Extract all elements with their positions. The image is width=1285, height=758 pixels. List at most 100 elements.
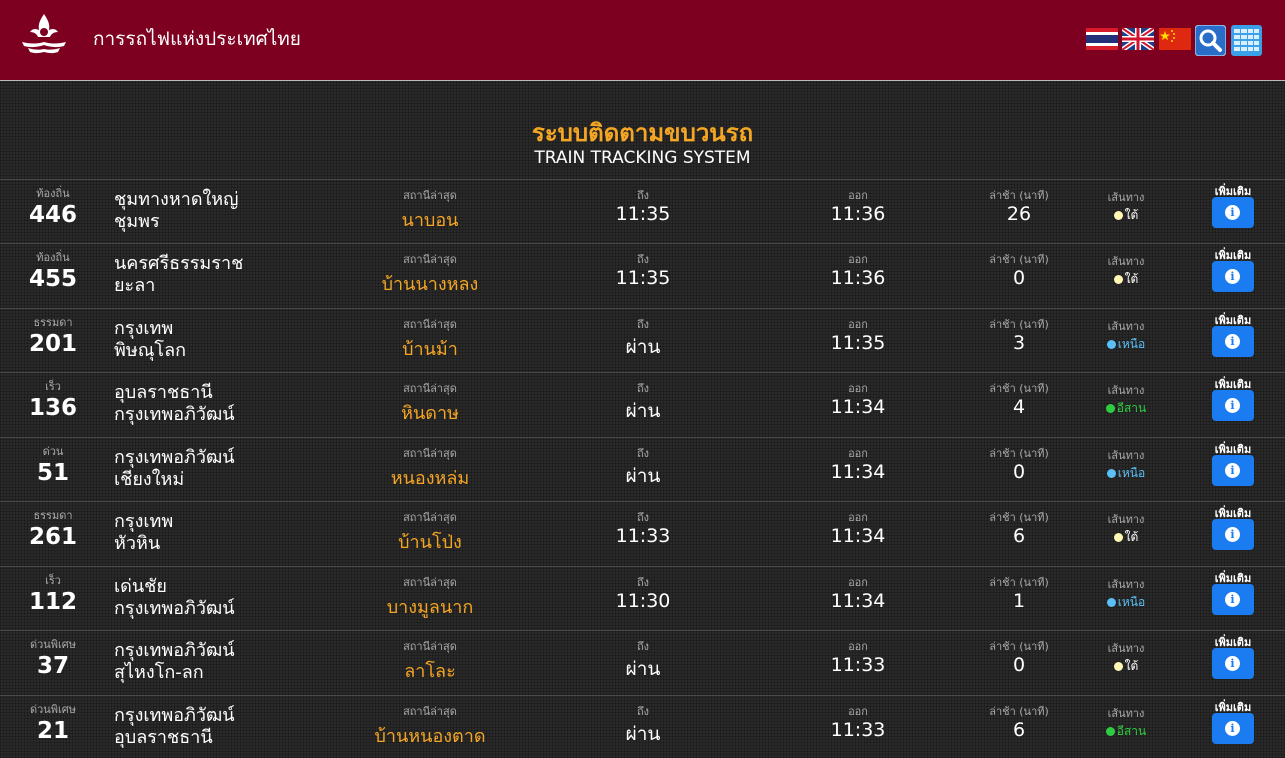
station-label: สถานีล่าสุด — [403, 318, 457, 331]
station-label: สถานีล่าสุด — [403, 382, 457, 395]
route-destination: ชุมพร — [114, 211, 160, 232]
latest-station: บ้านโป่ง — [398, 532, 462, 553]
train-number: 37 — [36, 653, 69, 679]
station-label: สถานีล่าสุด — [403, 189, 457, 202]
arrive-time: ผ่าน — [625, 723, 661, 745]
arrive-label: ถึง — [636, 447, 650, 460]
delay-label: ล่าช้า (นาที) — [989, 447, 1049, 460]
arrive-time: ผ่าน — [625, 658, 661, 680]
train-row[interactable]: ธรรมดา 261 กรุงเทพ หัวหิน สถานีล่าสุด บ้านโป่… — [0, 501, 1285, 564]
line-label: เส้นทาง — [1107, 642, 1145, 655]
train-type: ด่วน — [42, 445, 64, 458]
info-button[interactable]: i — [1212, 648, 1254, 679]
line-name: อีสาน — [1116, 724, 1147, 738]
delay-minutes: 0 — [1012, 461, 1026, 483]
line-badge: ใต้ — [1090, 657, 1162, 676]
depart-label: ออก — [848, 511, 868, 524]
train-row[interactable]: เร็ว 136 อุบลราชธานี กรุงเทพอภิวัฒน์ สถานีล่… — [0, 372, 1285, 435]
line-name: เหนือ — [1117, 595, 1146, 609]
info-icon: i — [1225, 656, 1240, 671]
line-badge: เหนือ — [1090, 464, 1162, 483]
arrive-label: ถึง — [636, 189, 650, 202]
delay-minutes: 0 — [1012, 267, 1026, 289]
route-destination: พิษณุโลก — [114, 340, 187, 361]
arrive-label: ถึง — [636, 705, 650, 718]
train-row[interactable]: ท้องถิ่น 446 ชุมทางหาดใหญ่ ชุมพร สถานีล่าสุด… — [0, 179, 1285, 242]
latest-station: ลาโละ — [404, 661, 456, 682]
station-label: สถานีล่าสุด — [403, 253, 457, 266]
line-label: เส้นทาง — [1107, 513, 1145, 526]
train-number: 112 — [28, 589, 77, 615]
depart-time: 11:34 — [830, 525, 886, 547]
line-badge: ใต้ — [1090, 206, 1162, 225]
info-button[interactable]: i — [1212, 713, 1254, 744]
info-button[interactable]: i — [1212, 390, 1254, 421]
train-row[interactable]: ด่วน 51 กรุงเทพอภิวัฒน์ เชียงใหม่ สถานีล่าสุ… — [0, 437, 1285, 500]
arrive-label: ถึง — [636, 640, 650, 653]
depart-label: ออก — [848, 318, 868, 331]
arrive-label: ถึง — [636, 576, 650, 589]
depart-time: 11:36 — [830, 267, 886, 289]
delay-label: ล่าช้า (นาที) — [989, 511, 1049, 524]
train-type: ด่วนพิเศษ — [29, 638, 77, 651]
line-dot-icon — [1113, 211, 1123, 220]
line-name: ใต้ — [1124, 208, 1139, 222]
depart-time: 11:34 — [830, 396, 886, 418]
train-type: ท้องถิ่น — [36, 187, 70, 200]
delay-minutes: 26 — [1006, 203, 1032, 225]
arrive-time: 11:35 — [615, 203, 671, 225]
table-grid-icon[interactable] — [1231, 25, 1262, 56]
route-destination: อุบลราชธานี — [114, 727, 213, 748]
train-row[interactable]: ท้องถิ่น 455 นครศรีธรรมราช ยะลา สถานีล่าสุดบ… — [0, 243, 1285, 306]
info-button[interactable]: i — [1212, 519, 1254, 550]
depart-label: ออก — [848, 253, 868, 266]
line-dot-icon — [1106, 469, 1116, 478]
info-button[interactable]: i — [1212, 584, 1254, 615]
arrive-time: ผ่าน — [625, 465, 661, 487]
srt-logo-icon[interactable] — [18, 12, 70, 58]
line-dot-icon — [1106, 598, 1116, 607]
latest-station: บ้านนางหลง — [381, 274, 479, 295]
depart-time: 11:33 — [830, 654, 886, 676]
info-icon: i — [1225, 334, 1240, 349]
delay-minutes: 0 — [1012, 654, 1026, 676]
train-row[interactable]: ด่วนพิเศษ 21 กรุงเทพอภิวัฒน์ อุบลราชธานี สถา… — [0, 695, 1285, 758]
line-dot-icon — [1113, 533, 1123, 542]
info-button[interactable]: i — [1212, 197, 1254, 228]
china-flag-icon[interactable] — [1159, 28, 1191, 50]
page-title: ระบบติดตามขบวนรถ — [531, 119, 754, 147]
info-icon: i — [1225, 721, 1240, 736]
arrive-time: 11:30 — [615, 590, 671, 612]
train-type: ธรรมดา — [33, 509, 73, 522]
train-row[interactable]: ธรรมดา 201 กรุงเทพ พิษณุโลก สถานีล่าสุด บ้านม… — [0, 308, 1285, 371]
latest-station: บ้านหนองตาด — [374, 726, 486, 747]
train-row[interactable]: เร็ว 112 เด่นชัย กรุงเทพอภิวัฒน์ สถานีล่าสุด… — [0, 566, 1285, 629]
info-button[interactable]: i — [1212, 326, 1254, 357]
delay-minutes: 4 — [1012, 396, 1026, 418]
route-destination: ยะลา — [114, 275, 156, 296]
delay-minutes: 6 — [1012, 719, 1026, 741]
info-button[interactable]: i — [1212, 261, 1254, 292]
line-label: เส้นทาง — [1107, 449, 1145, 462]
line-badge: เหนือ — [1090, 335, 1162, 354]
search-icon[interactable] — [1195, 25, 1226, 56]
info-button[interactable]: i — [1212, 455, 1254, 486]
thai-flag-icon[interactable] — [1086, 28, 1118, 50]
train-row[interactable]: ด่วนพิเศษ 37 กรุงเทพอภิวัฒน์ สุไหงโก-ลก สถาน… — [0, 630, 1285, 693]
delay-label: ล่าช้า (นาที) — [989, 189, 1049, 202]
train-number: 201 — [28, 331, 77, 357]
line-name: ใต้ — [1124, 530, 1139, 544]
train-number: 446 — [28, 202, 77, 228]
line-badge: ใต้ — [1090, 528, 1162, 547]
station-label: สถานีล่าสุด — [403, 576, 457, 589]
arrive-label: ถึง — [636, 382, 650, 395]
depart-label: ออก — [848, 447, 868, 460]
station-label: สถานีล่าสุด — [403, 511, 457, 524]
line-label: เส้นทาง — [1107, 384, 1145, 397]
uk-flag-icon[interactable] — [1122, 28, 1154, 50]
site-title[interactable]: การรถไฟแห่งประเทศไทย — [93, 24, 301, 54]
depart-label: ออก — [848, 576, 868, 589]
delay-minutes: 1 — [1012, 590, 1026, 612]
depart-time: 11:34 — [830, 590, 886, 612]
line-name: เหนือ — [1117, 337, 1146, 351]
